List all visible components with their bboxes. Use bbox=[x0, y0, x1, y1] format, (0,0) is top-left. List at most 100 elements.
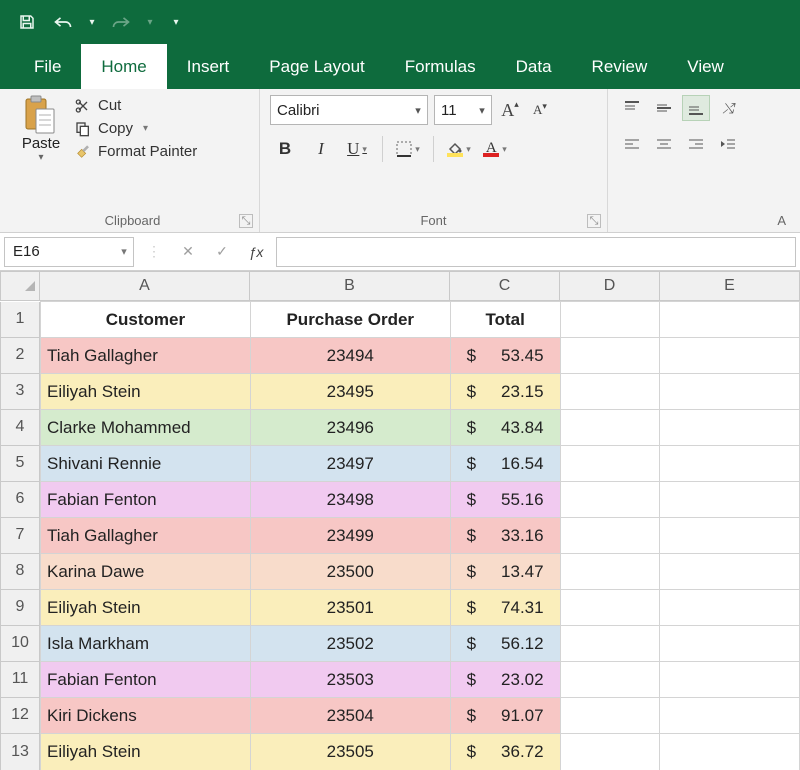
cell-total[interactable]: $36.72 bbox=[450, 734, 560, 770]
cell[interactable] bbox=[560, 698, 660, 734]
chevron-down-icon[interactable]: ▾ bbox=[473, 104, 491, 117]
cell[interactable] bbox=[660, 626, 800, 662]
cell[interactable] bbox=[560, 518, 660, 554]
align-left-button[interactable] bbox=[618, 131, 646, 157]
cell[interactable] bbox=[660, 698, 800, 734]
cell[interactable] bbox=[560, 662, 660, 698]
row-header-2[interactable]: 2 bbox=[0, 338, 40, 374]
row-header-3[interactable]: 3 bbox=[0, 374, 40, 410]
cell-customer[interactable]: Tiah Gallagher bbox=[41, 518, 251, 554]
cell[interactable] bbox=[660, 482, 800, 518]
cell-customer[interactable]: Tiah Gallagher bbox=[41, 338, 251, 374]
clipboard-dialog-launcher[interactable]: ⤡ bbox=[239, 214, 253, 228]
copy-dropdown[interactable]: ▾ bbox=[143, 123, 148, 134]
cell-po[interactable]: 23498 bbox=[250, 482, 450, 518]
cell-customer[interactable]: Kiri Dickens bbox=[41, 698, 251, 734]
cell-po[interactable]: 23496 bbox=[250, 410, 450, 446]
border-button[interactable] bbox=[393, 135, 423, 163]
tab-file[interactable]: File bbox=[14, 44, 81, 89]
row-header-9[interactable]: 9 bbox=[0, 590, 40, 626]
cell[interactable] bbox=[660, 302, 800, 338]
cell-total[interactable]: $74.31 bbox=[450, 590, 560, 626]
cell-customer[interactable]: Eiliyah Stein bbox=[41, 374, 251, 410]
column-header-B[interactable]: B bbox=[250, 271, 450, 301]
cell-po[interactable]: 23499 bbox=[250, 518, 450, 554]
tab-view[interactable]: View bbox=[667, 44, 744, 89]
orientation-button[interactable]: ⤭ bbox=[714, 95, 742, 121]
cell[interactable] bbox=[660, 410, 800, 446]
row-header-13[interactable]: 13 bbox=[0, 734, 40, 770]
qat-customize-dropdown[interactable]: ▾ bbox=[170, 17, 182, 28]
cell[interactable] bbox=[560, 626, 660, 662]
copy-button[interactable]: Copy ▾ bbox=[74, 120, 197, 137]
cell[interactable] bbox=[660, 554, 800, 590]
cell[interactable] bbox=[660, 590, 800, 626]
cell-customer[interactable]: Karina Dawe bbox=[41, 554, 251, 590]
cell-po[interactable]: 23495 bbox=[250, 374, 450, 410]
align-center-button[interactable] bbox=[650, 131, 678, 157]
cell[interactable] bbox=[660, 734, 800, 770]
decrease-font-button[interactable]: A▾ bbox=[528, 96, 552, 124]
tab-review[interactable]: Review bbox=[572, 44, 668, 89]
cell[interactable] bbox=[560, 734, 660, 770]
font-name-combo[interactable]: Calibri ▾ bbox=[270, 95, 428, 125]
align-middle-button[interactable] bbox=[650, 95, 678, 121]
undo-button[interactable] bbox=[50, 9, 76, 35]
cell[interactable] bbox=[560, 590, 660, 626]
row-header-6[interactable]: 6 bbox=[0, 482, 40, 518]
font-dialog-launcher[interactable]: ⤡ bbox=[587, 214, 601, 228]
cell-customer[interactable]: Isla Markham bbox=[41, 626, 251, 662]
cell-total[interactable]: $53.45 bbox=[450, 338, 560, 374]
header-po[interactable]: Purchase Order bbox=[250, 302, 450, 338]
row-header-1[interactable]: 1 bbox=[0, 302, 40, 338]
name-box[interactable]: E16 ▾ bbox=[4, 237, 134, 267]
column-header-C[interactable]: C bbox=[450, 271, 560, 301]
column-header-A[interactable]: A bbox=[40, 271, 250, 301]
cell[interactable] bbox=[660, 338, 800, 374]
cell-po[interactable]: 23501 bbox=[250, 590, 450, 626]
tab-home[interactable]: Home bbox=[81, 44, 166, 89]
underline-button[interactable]: U bbox=[342, 135, 372, 163]
cell[interactable] bbox=[560, 302, 660, 338]
paste-dropdown[interactable]: ▾ bbox=[38, 152, 43, 163]
align-top-button[interactable] bbox=[618, 95, 646, 121]
cell-customer[interactable]: Eiliyah Stein bbox=[41, 590, 251, 626]
row-header-8[interactable]: 8 bbox=[0, 554, 40, 590]
cell[interactable] bbox=[560, 410, 660, 446]
cell-customer[interactable]: Shivani Rennie bbox=[41, 446, 251, 482]
undo-dropdown[interactable]: ▾ bbox=[86, 17, 98, 28]
cell[interactable] bbox=[560, 338, 660, 374]
row-header-10[interactable]: 10 bbox=[0, 626, 40, 662]
decrease-indent-button[interactable] bbox=[714, 131, 742, 157]
cell-customer[interactable]: Eiliyah Stein bbox=[41, 734, 251, 770]
cell-po[interactable]: 23500 bbox=[250, 554, 450, 590]
tab-insert[interactable]: Insert bbox=[167, 44, 250, 89]
header-customer[interactable]: Customer bbox=[41, 302, 251, 338]
accept-formula-button[interactable]: ✓ bbox=[208, 238, 236, 266]
font-size-combo[interactable]: 11 ▾ bbox=[434, 95, 492, 125]
cell[interactable] bbox=[660, 518, 800, 554]
tab-formulas[interactable]: Formulas bbox=[385, 44, 496, 89]
redo-button[interactable] bbox=[108, 9, 134, 35]
cell-total[interactable]: $56.12 bbox=[450, 626, 560, 662]
align-bottom-button[interactable] bbox=[682, 95, 710, 121]
cell[interactable] bbox=[660, 662, 800, 698]
fill-color-button[interactable] bbox=[444, 135, 474, 163]
row-header-12[interactable]: 12 bbox=[0, 698, 40, 734]
cell-po[interactable]: 23497 bbox=[250, 446, 450, 482]
cell-po[interactable]: 23504 bbox=[250, 698, 450, 734]
cell-po[interactable]: 23502 bbox=[250, 626, 450, 662]
cell-total[interactable]: $55.16 bbox=[450, 482, 560, 518]
tab-page-layout[interactable]: Page Layout bbox=[249, 44, 384, 89]
formula-input[interactable] bbox=[276, 237, 796, 267]
font-color-button[interactable]: A bbox=[480, 135, 510, 163]
cell[interactable] bbox=[660, 446, 800, 482]
paste-button[interactable]: Paste ▾ bbox=[16, 95, 66, 163]
cell[interactable] bbox=[560, 482, 660, 518]
cell[interactable] bbox=[560, 446, 660, 482]
row-header-4[interactable]: 4 bbox=[0, 410, 40, 446]
increase-font-button[interactable]: A▴ bbox=[498, 96, 522, 124]
bold-button[interactable]: B bbox=[270, 135, 300, 163]
column-header-D[interactable]: D bbox=[560, 271, 660, 301]
cell-total[interactable]: $16.54 bbox=[450, 446, 560, 482]
